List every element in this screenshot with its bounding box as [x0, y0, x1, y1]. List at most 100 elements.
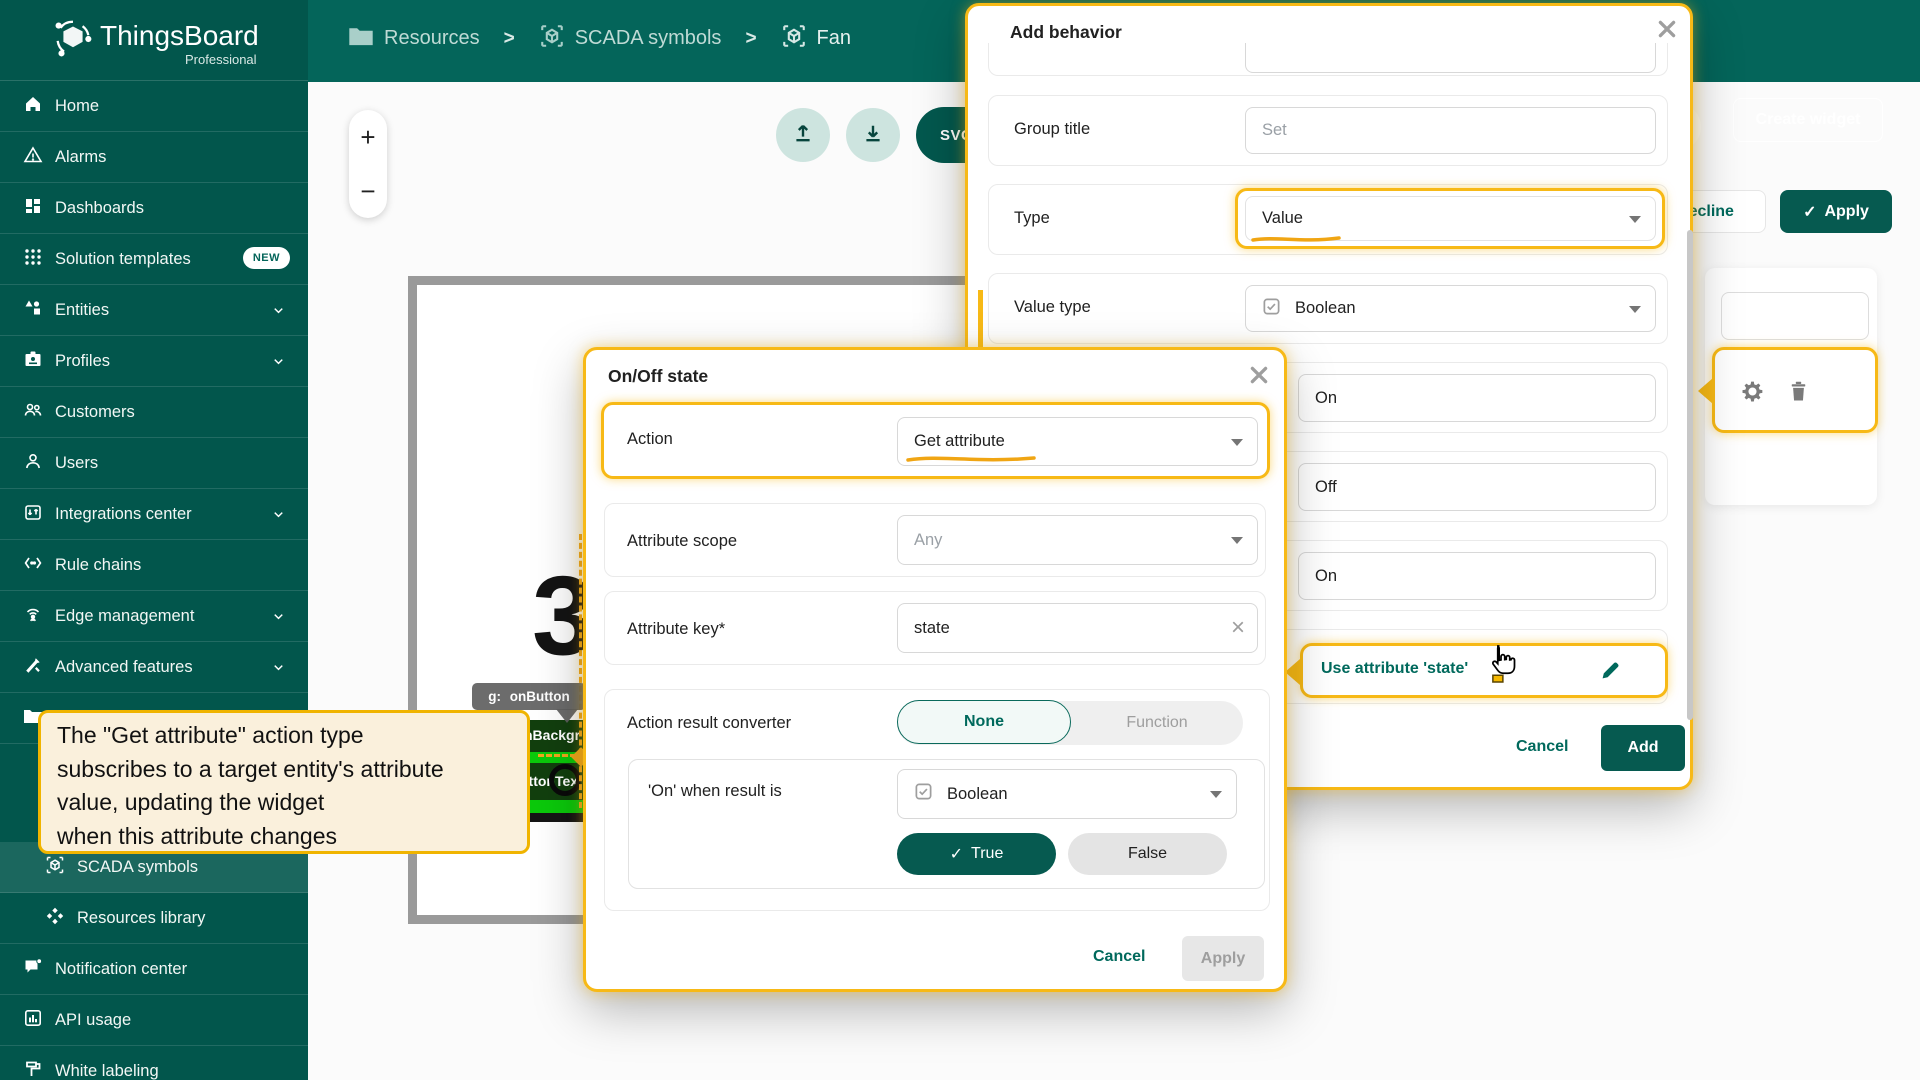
button-circle-shape [549, 764, 581, 796]
checkbox-icon [1262, 297, 1281, 321]
breadcrumb-separator: > [745, 28, 756, 50]
on-value-input-2[interactable]: On [1298, 552, 1656, 600]
field-label: Attribute key* [627, 620, 725, 639]
sidebar-item-dashboards[interactable]: Dashboards [0, 183, 308, 234]
tooltip-line: when this attribute changes [57, 820, 511, 854]
converter-function-option[interactable]: Function [1071, 701, 1243, 745]
sidebar-item-notification-center[interactable]: Notification center [0, 944, 308, 995]
converter-none-option[interactable]: None [897, 700, 1071, 744]
field-label: Action [627, 430, 673, 449]
chevron-down-icon [271, 609, 286, 629]
field-label: Group title [1014, 120, 1090, 139]
attribute-key-input[interactable]: state × [897, 603, 1258, 653]
sidebar: ThingsBoard Professional Home Alarms Das… [0, 0, 308, 1080]
sidebar-item-resources-library[interactable]: Resources library [0, 893, 308, 944]
dialog-scrollbar[interactable] [1687, 230, 1693, 720]
cursor-hand-icon [1486, 644, 1516, 689]
edge-icon [23, 604, 43, 629]
scrolled-input-partial [1245, 43, 1656, 73]
add-button[interactable]: Add [1601, 725, 1685, 771]
app-logo[interactable]: ThingsBoard Professional [0, 0, 308, 81]
on-value-input[interactable]: On [1298, 374, 1656, 422]
use-attribute-highlight: Use attribute 'state' [1300, 643, 1668, 698]
tooltip-line: subscribes to a target entity's attribut… [57, 753, 511, 787]
sidebar-item-users[interactable]: Users [0, 438, 308, 489]
off-value-input[interactable]: Off [1298, 463, 1656, 511]
close-icon[interactable] [1656, 18, 1678, 40]
attribute-scope-select[interactable]: Any [897, 515, 1258, 565]
sidebar-item-edge-management[interactable]: Edge management [0, 591, 308, 642]
caret-down-icon [1231, 537, 1243, 544]
highlight-pointer [1285, 659, 1300, 685]
field-label: Attribute scope [627, 532, 737, 551]
create-widget-button[interactable]: Create widget [1733, 98, 1883, 142]
field-label: Value type [1014, 298, 1091, 317]
home-icon [23, 94, 43, 119]
sidebar-item-advanced-features[interactable]: Advanced features [0, 642, 308, 693]
upload-button[interactable] [776, 108, 830, 162]
sidebar-item-profiles[interactable]: Profiles [0, 336, 308, 387]
group-title-input[interactable]: Set [1245, 107, 1656, 154]
sidebar-item-entities[interactable]: Entities [0, 285, 308, 336]
onoff-state-dialog: On/Off state Action Get attribute Attrib… [583, 347, 1287, 992]
apply-changes-button[interactable]: ✓ Apply [1780, 190, 1892, 233]
trash-icon[interactable] [1785, 378, 1812, 410]
sidebar-item-solution-templates[interactable]: Solution templates NEW [0, 234, 308, 285]
close-icon[interactable] [1248, 364, 1270, 386]
entities-icon [23, 298, 43, 323]
integrations-icon [23, 502, 43, 527]
sidebar-item-rule-chains[interactable]: Rule chains [0, 540, 308, 591]
app-root: Resources > SCADA symbols > Fan John Doe… [0, 0, 1920, 1080]
user-icon [23, 451, 43, 476]
value-type-select[interactable]: Boolean [1245, 285, 1656, 332]
notification-icon [23, 957, 43, 982]
tools-icon [23, 655, 43, 680]
type-select[interactable]: Value [1245, 196, 1656, 241]
breadcrumb-separator: > [504, 28, 515, 50]
customers-icon [23, 400, 43, 425]
cancel-button[interactable]: Cancel [1093, 948, 1145, 966]
sidebar-item-home[interactable]: Home [0, 81, 308, 132]
tooltip-line: The "Get attribute" action type [57, 719, 511, 753]
download-button[interactable] [846, 108, 900, 162]
caret-down-icon [1629, 306, 1641, 313]
clear-icon[interactable]: × [1231, 614, 1245, 642]
sidebar-item-white-labeling[interactable]: White labeling [0, 1046, 308, 1080]
scada-cube-icon [539, 23, 565, 54]
breadcrumb-scada-symbols[interactable]: SCADA symbols [575, 27, 722, 50]
cancel-button[interactable]: Cancel [1516, 738, 1568, 756]
profiles-icon [23, 349, 43, 374]
dialog-title: Add behavior [1010, 22, 1122, 43]
diamonds-icon [45, 906, 65, 931]
zoom-out-button[interactable]: − [349, 164, 387, 218]
upload-icon [791, 121, 815, 150]
field-label: Action result converter [627, 714, 791, 733]
chevron-down-icon [271, 660, 286, 680]
checkbox-icon [914, 782, 933, 806]
zoom-in-button[interactable]: + [349, 110, 387, 164]
check-icon: ✓ [950, 844, 963, 864]
dialog-title: On/Off state [608, 366, 708, 387]
scada-cube-icon [45, 855, 65, 880]
hint-tooltip: The "Get attribute" action type subscrib… [38, 710, 530, 854]
sidebar-item-integrations-center[interactable]: Integrations center [0, 489, 308, 540]
true-toggle-button[interactable]: ✓ True [897, 833, 1056, 875]
sidebar-item-alarms[interactable]: Alarms [0, 132, 308, 183]
badge-pointer [556, 709, 578, 723]
logo-subtitle: Professional [185, 52, 257, 67]
breadcrumb-fan: Fan [817, 27, 851, 50]
breadcrumb: Resources > SCADA symbols > Fan [348, 23, 851, 54]
gear-icon[interactable] [1739, 378, 1766, 410]
false-toggle-button[interactable]: False [1068, 833, 1227, 875]
chevron-down-icon [271, 507, 286, 527]
pencil-icon[interactable] [1599, 658, 1623, 687]
converter-toggle: None Function [897, 701, 1243, 745]
sidebar-item-customers[interactable]: Customers [0, 387, 308, 438]
apply-button[interactable]: Apply [1182, 936, 1264, 981]
sidebar-item-api-usage[interactable]: API usage [0, 995, 308, 1046]
highlight-connector-line [978, 290, 983, 352]
use-attribute-link[interactable]: Use attribute 'state' [1321, 660, 1468, 678]
action-select[interactable]: Get attribute [897, 417, 1258, 466]
on-when-select[interactable]: Boolean [897, 769, 1237, 819]
breadcrumb-resources[interactable]: Resources [384, 27, 480, 50]
